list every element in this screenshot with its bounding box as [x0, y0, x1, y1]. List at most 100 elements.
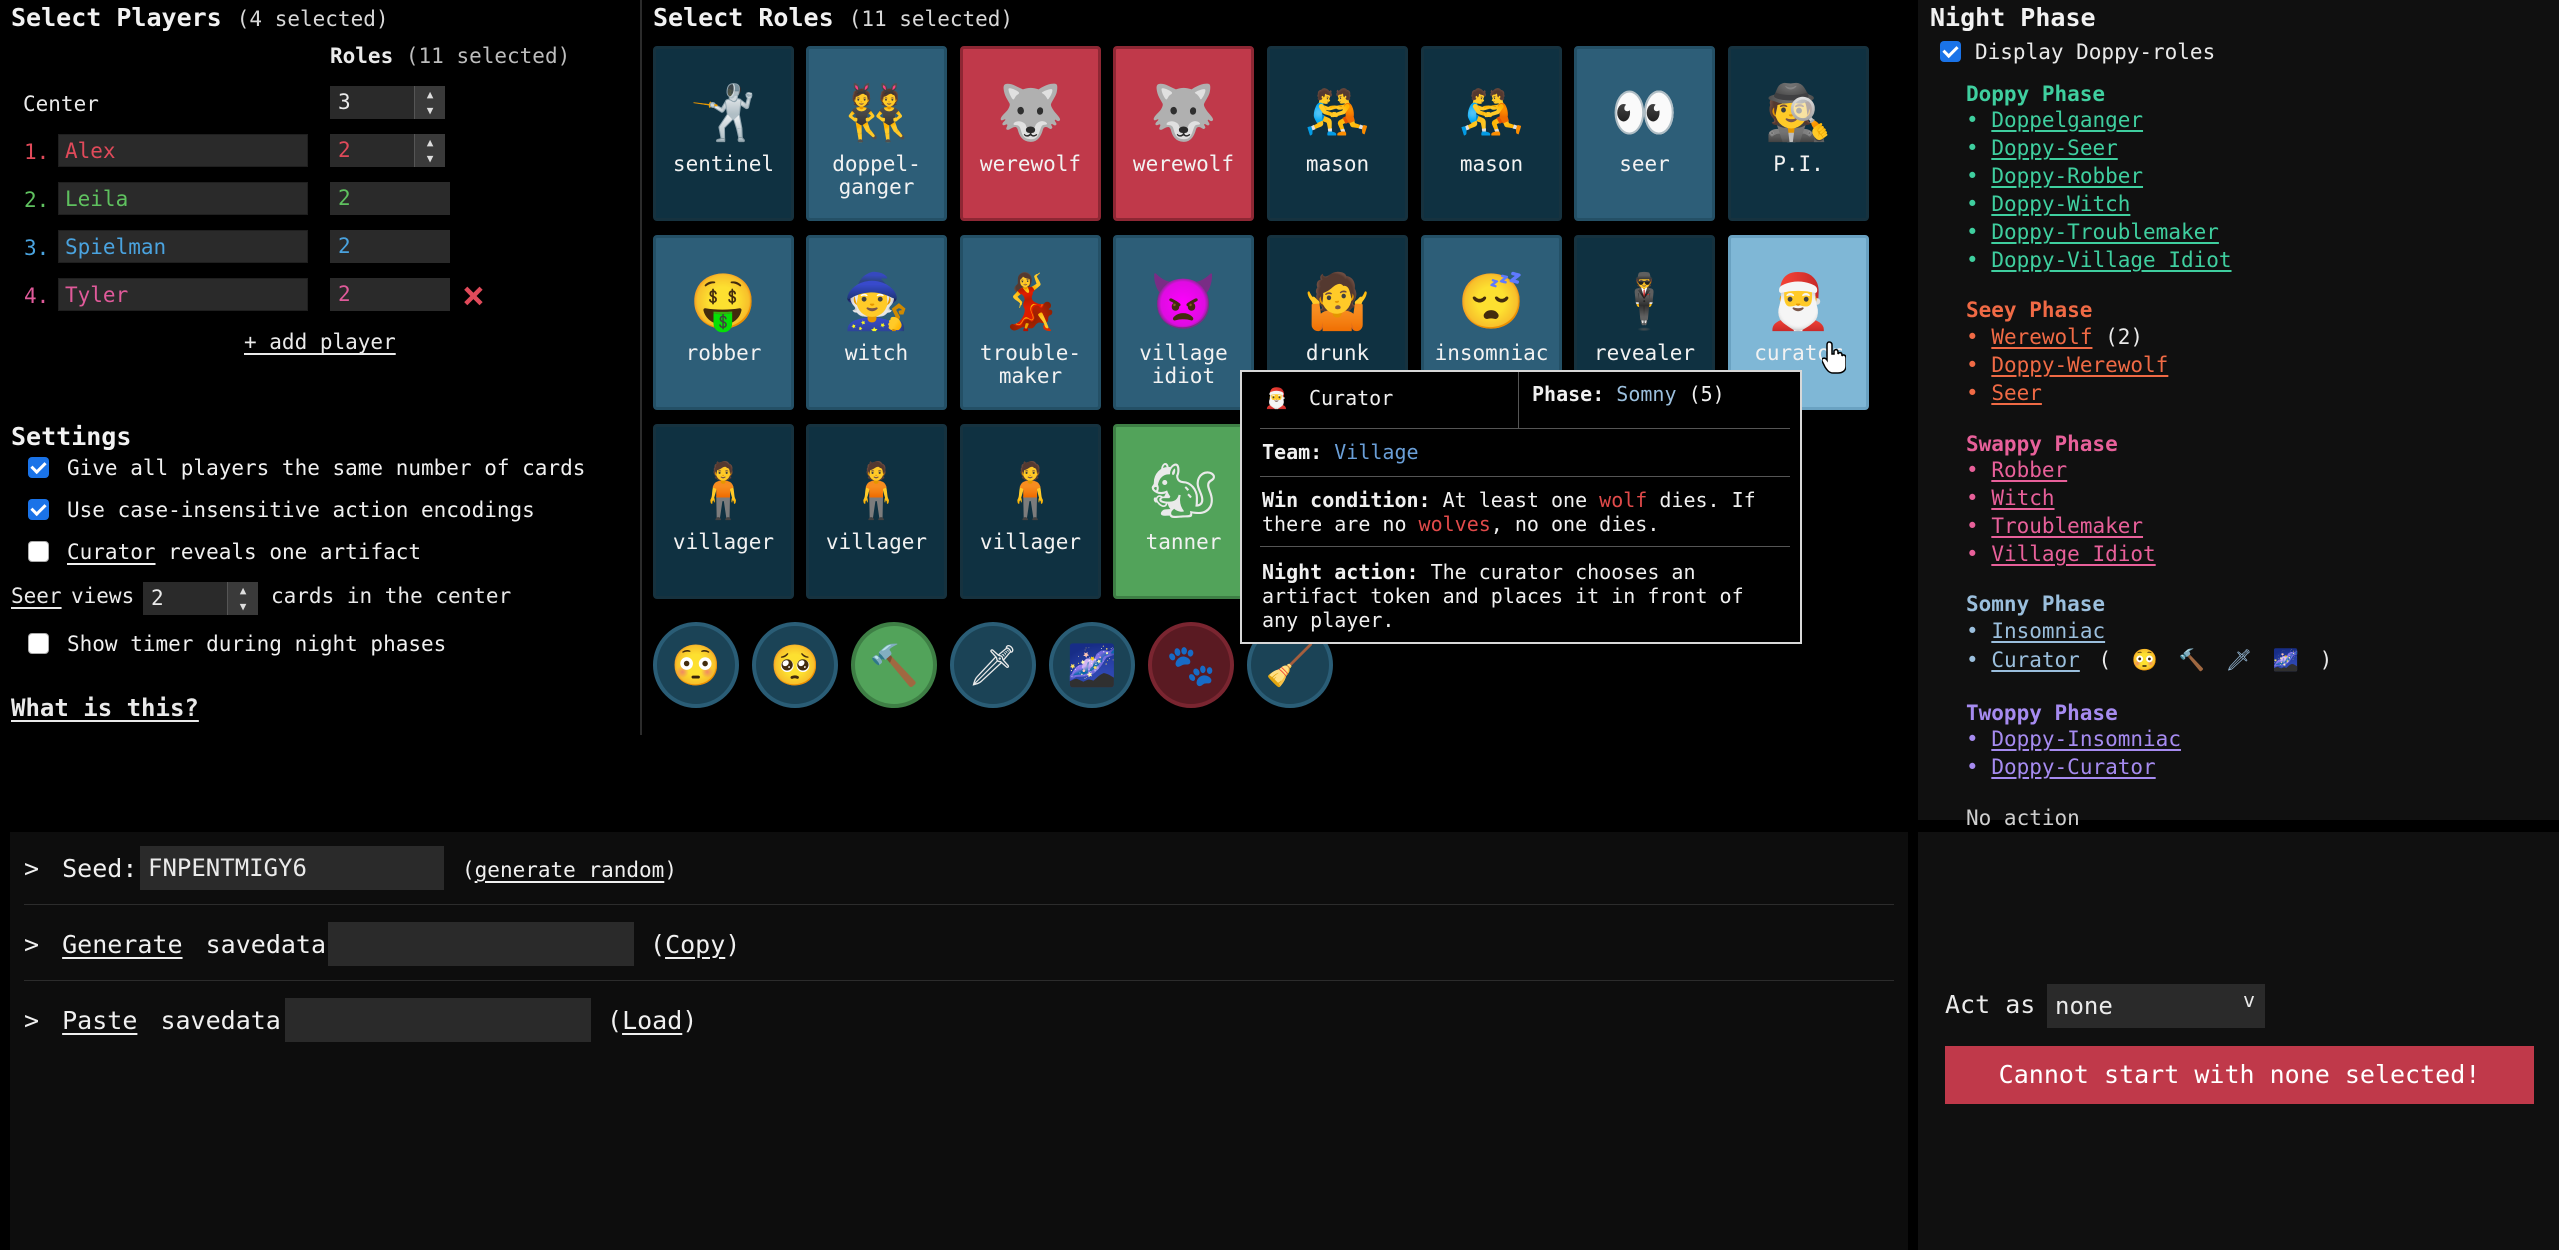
- player-name-input[interactable]: Leila: [58, 182, 308, 215]
- artifact-token-dagger-icon[interactable]: 🗡: [950, 622, 1036, 708]
- copy-link[interactable]: Copy: [665, 930, 725, 959]
- phase-item[interactable]: • Insomniac: [1966, 619, 2105, 643]
- tooltip-team: Team: Village: [1262, 440, 1419, 464]
- phase-item[interactable]: • Seer: [1966, 381, 2042, 405]
- role-card-witch[interactable]: 🧙 witch: [806, 235, 947, 410]
- display-doppy-toggle[interactable]: Display Doppy-roles: [1940, 40, 2215, 64]
- player-roles-stepper[interactable]: ▲ ▼: [414, 134, 445, 167]
- players-panel: Select Players (4 selected) Roles (11 se…: [0, 0, 640, 735]
- phase-item[interactable]: • Doppy-Curator: [1966, 755, 2156, 779]
- center-input[interactable]: 3: [330, 86, 414, 119]
- remove-player-icon[interactable]: ×: [462, 273, 485, 317]
- no-action-title: No action: [1966, 806, 2080, 830]
- row-divider: [24, 980, 1894, 981]
- seer-views-stepper[interactable]: ▲ ▼: [227, 582, 258, 615]
- role-card-villager[interactable]: 🧍 villager: [653, 424, 794, 599]
- chipmunk-icon: 🐿: [1149, 459, 1218, 522]
- phase-item[interactable]: • Doppy-Insomniac: [1966, 727, 2181, 751]
- checkbox-checked-icon[interactable]: [28, 456, 49, 478]
- role-card-village-idiot[interactable]: 👿 village idiot: [1113, 235, 1254, 410]
- player-roles-input[interactable]: 2: [330, 134, 414, 167]
- what-is-this-link[interactable]: What is this?: [11, 694, 199, 722]
- phase-item[interactable]: • Werewolf (2): [1966, 325, 2143, 349]
- tooltip-phase: Phase: Somny (5): [1532, 382, 1725, 406]
- center-stepper[interactable]: ▲ ▼: [414, 86, 445, 119]
- start-button[interactable]: Cannot start with none selected!: [1945, 1046, 2534, 1104]
- seed-input[interactable]: FNPENTMIGY6: [140, 846, 444, 890]
- player-row: 4. Tyler 2 ×: [0, 273, 640, 317]
- generate-row: > Generate savedata:: [24, 930, 342, 959]
- artifact-token-hammer-icon[interactable]: 🔨: [851, 622, 937, 708]
- setting-show-timer[interactable]: Show timer during night phases: [28, 632, 446, 656]
- seer-views-input[interactable]: 2: [143, 582, 227, 615]
- generate-random-link[interactable]: generate random: [475, 858, 665, 882]
- checkbox-unchecked-icon[interactable]: [28, 540, 49, 562]
- role-card-tanner[interactable]: 🐿 tanner: [1113, 424, 1254, 599]
- load-link[interactable]: Load: [622, 1006, 682, 1035]
- role-card-werewolf[interactable]: 🐺 werewolf: [1113, 46, 1254, 221]
- levitating-person-icon: 🕴: [1610, 270, 1679, 333]
- center-label: Center: [23, 92, 99, 116]
- setting-same-cards[interactable]: Give all players the same number of card…: [28, 456, 585, 480]
- phase-item[interactable]: • Doppy-Troublemaker: [1966, 220, 2219, 244]
- generate-link[interactable]: Generate: [62, 930, 182, 959]
- swappy-phase-title: Swappy Phase: [1966, 432, 2118, 456]
- wolf-icon: 🐺: [1149, 81, 1218, 144]
- phase-item[interactable]: • Doppy-Werewolf: [1966, 353, 2168, 377]
- checkbox-unchecked-icon[interactable]: [28, 632, 49, 654]
- role-card-pi[interactable]: 🕵 P.I.: [1728, 46, 1869, 221]
- seed-row: > Seed:: [24, 854, 138, 883]
- role-card-werewolf[interactable]: 🐺 werewolf: [960, 46, 1101, 221]
- player-roles-input[interactable]: 2: [330, 230, 450, 263]
- tooltip-separator: [1260, 546, 1790, 547]
- player-roles-input[interactable]: 2: [330, 278, 450, 311]
- role-card-troublemaker[interactable]: 💃 trouble- maker: [960, 235, 1101, 410]
- player-roles-input[interactable]: 2: [330, 182, 450, 215]
- wolf-icon: 🐺: [996, 81, 1065, 144]
- players-count: (4 selected): [236, 7, 389, 31]
- phase-item[interactable]: • Village Idiot: [1966, 542, 2156, 566]
- wrestlers-icon: 🤼: [1457, 81, 1526, 144]
- artifact-token-void-icon[interactable]: 🌌: [1049, 622, 1135, 708]
- generated-savedata-field[interactable]: [328, 922, 634, 966]
- paste-link[interactable]: Paste: [62, 1006, 137, 1035]
- checkbox-checked-icon[interactable]: [1940, 40, 1961, 62]
- phase-item[interactable]: • Doppy-Village Idiot: [1966, 248, 2232, 272]
- curator-link[interactable]: Curator: [67, 540, 156, 564]
- role-card-mason[interactable]: 🤼 mason: [1267, 46, 1408, 221]
- setting-case-insensitive[interactable]: Use case-insensitive action encodings: [28, 498, 535, 522]
- checkbox-checked-icon[interactable]: [28, 498, 49, 520]
- role-card-sentinel[interactable]: 🤺 sentinel: [653, 46, 794, 221]
- seer-link[interactable]: Seer: [11, 584, 62, 608]
- night-phase-panel: Night Phase Display Doppy-roles Doppy Ph…: [1918, 0, 2559, 830]
- add-player-link[interactable]: + add player: [244, 330, 396, 354]
- phase-item[interactable]: • Robber: [1966, 458, 2067, 482]
- player-name-input[interactable]: Spielman: [58, 230, 308, 263]
- phase-item[interactable]: • Witch: [1966, 486, 2055, 510]
- artifact-token-flushed-icon[interactable]: 😳: [653, 622, 739, 708]
- artifact-token-paws-icon[interactable]: 🐾: [1148, 622, 1234, 708]
- player-name-input[interactable]: Alex: [58, 134, 308, 167]
- role-card-villager[interactable]: 🧍 villager: [960, 424, 1101, 599]
- phase-item[interactable]: • Curator ( 😳 🔨 🗡 🌌 ): [1966, 648, 2332, 673]
- role-card-seer[interactable]: 👀 seer: [1574, 46, 1715, 221]
- artifact-token-pleading-icon[interactable]: 🥺: [752, 622, 838, 708]
- setting-curator-artifact[interactable]: Curator reveals one artifact: [28, 540, 421, 564]
- role-card-villager[interactable]: 🧍 villager: [806, 424, 947, 599]
- twoppy-phase-title: Twoppy Phase: [1966, 701, 2118, 725]
- player-name-input[interactable]: Tyler: [58, 278, 308, 311]
- phase-item[interactable]: • Doppelganger: [1966, 108, 2143, 132]
- act-as-select[interactable]: none v: [2047, 984, 2265, 1028]
- role-card-doppelganger[interactable]: 👯 doppel- ganger: [806, 46, 947, 221]
- phase-item[interactable]: • Doppy-Seer: [1966, 136, 2118, 160]
- paste-savedata-input[interactable]: [285, 998, 591, 1042]
- phase-item[interactable]: • Troublemaker: [1966, 514, 2143, 538]
- wrestlers-icon: 🤼: [1303, 81, 1372, 144]
- chevron-down-icon: v: [2242, 988, 2255, 1012]
- standing-person-icon: 🧍: [689, 459, 758, 522]
- phase-item[interactable]: • Doppy-Witch: [1966, 192, 2130, 216]
- void-icon: 🌌: [2272, 648, 2299, 672]
- phase-item[interactable]: • Doppy-Robber: [1966, 164, 2143, 188]
- role-card-robber[interactable]: 🤑 robber: [653, 235, 794, 410]
- role-card-mason[interactable]: 🤼 mason: [1421, 46, 1562, 221]
